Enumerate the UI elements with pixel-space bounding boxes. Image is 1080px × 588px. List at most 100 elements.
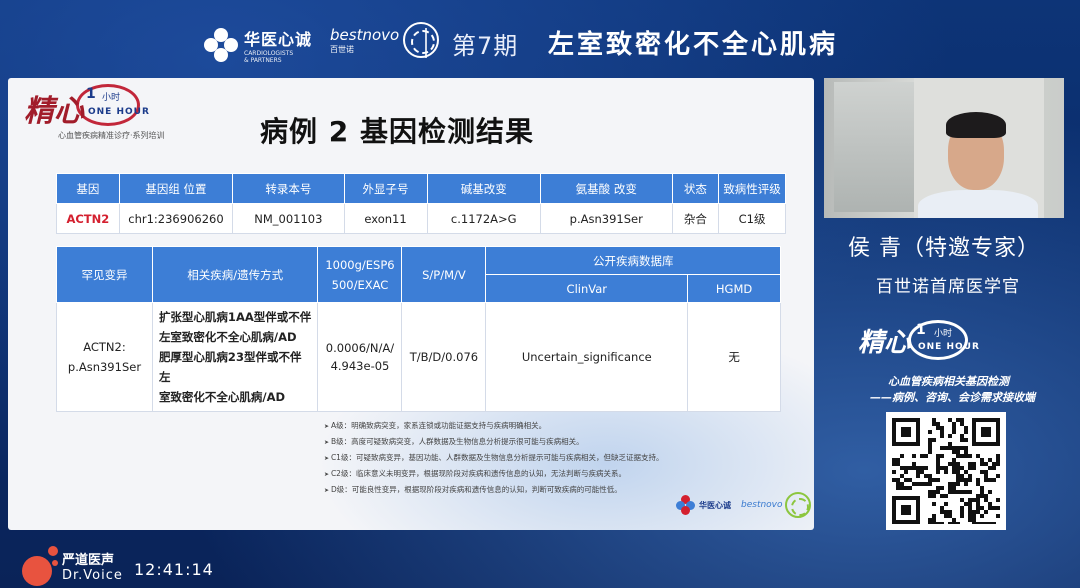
- table-header: HGMD: [687, 274, 781, 303]
- disease-line: 肥厚型心肌病23型伴或不伴左: [158, 350, 302, 384]
- table-cell: C1级: [718, 203, 786, 234]
- speaker-video: [824, 78, 1064, 218]
- freq-header-line1: 1000g/ESP6: [325, 257, 395, 272]
- table-cell: chr1:236906260: [118, 203, 234, 234]
- footer-bestnovo-text: bestnovo: [741, 500, 783, 510]
- table-cell: NM_001103: [232, 203, 345, 234]
- presentation-slide: 精心 1 小时 ONE HOUR 心血管疾病精准诊疗·系列培训 病例 2 基因检…: [8, 78, 814, 530]
- drvoice-dots-icon: [22, 546, 58, 586]
- grading-notes: A级：明确致病突变，家系连锁或功能证据支持与疾病明确相关。 B级：高度可疑致病突…: [324, 418, 664, 498]
- table-header: 状态: [671, 173, 720, 204]
- footer-huayi-text: 华医心诚: [699, 500, 731, 510]
- footer-bestnovo-logo: bestnovo: [741, 492, 811, 518]
- table-header: 基因: [56, 173, 120, 204]
- table-cell: T/B/D/0.076: [401, 302, 487, 412]
- drvoice-logo: 严道医声 Dr.Voice: [22, 546, 123, 586]
- table-row: ACTN2: p.Asn391Ser 扩张型心肌病1AA型伴或不伴 左室致密化不…: [56, 302, 781, 412]
- table-header: 1000g/ESP6 500/EXAC: [317, 246, 403, 303]
- note-item: D级：可能良性变异，根据现阶段对疾病和遗传信息的认知，判断可致疾病的可能性低。: [324, 482, 663, 498]
- note-item: A级：明确致病突变，家系连锁或功能证据支持与疾病明确相关。: [324, 418, 663, 434]
- gene-result-table: 基因 基因组 位置 转录本号 外显子号 碱基改变 氨基酸 改变 状态 致病性评级…: [56, 173, 786, 234]
- table-header-row: 罕见变异 相关疾病/遗传方式 1000g/ESP6 500/EXAC S/P/M…: [56, 246, 781, 303]
- huayi-logo: 华医心诚 CARDIOLOGISTS & PARTNERS: [204, 26, 312, 64]
- table-header: 转录本号: [232, 173, 345, 204]
- gene-cell: ACTN2: [56, 203, 120, 234]
- drvoice-en: Dr.Voice: [62, 568, 123, 583]
- issue-number: 第7期: [452, 32, 519, 60]
- disease-cell: 扩张型心肌病1AA型伴或不伴 左室致密化不全心肌病/AD 肥厚型心肌病23型伴或…: [151, 302, 319, 412]
- variant-line1: ACTN2:: [83, 340, 126, 354]
- table-header: 致病性评级: [718, 173, 786, 204]
- slide-footer-logos: 华医心诚 bestnovo: [676, 492, 811, 518]
- note-item: C1级：可疑致病变异，基因功能、人群数据及生物信息分析提示可能与疾病相关，但缺乏…: [324, 450, 664, 466]
- drvoice-cn: 严道医声: [62, 553, 115, 568]
- promo-line1: 心血管疾病相关基因检测: [888, 375, 1009, 388]
- disease-line: 扩张型心肌病1AA型伴或不伴: [158, 310, 312, 324]
- table-cell: exon11: [343, 203, 428, 234]
- table-header: 外显子号: [343, 173, 428, 204]
- qr-finder: [972, 418, 1000, 446]
- flower-icon: [676, 495, 696, 515]
- huayi-logo-en1: CARDIOLOGISTS: [244, 50, 294, 57]
- freq-line1: 0.0006/N/A/: [325, 341, 395, 355]
- promo-line2: ——病例、咨询、会诊需求接收端: [870, 391, 1035, 404]
- table-header: ClinVar: [485, 274, 689, 303]
- table-header: 碱基改变: [426, 173, 541, 204]
- table-cell: p.Asn391Ser: [539, 203, 673, 234]
- footer-huayi-logo: 华医心诚: [676, 495, 731, 515]
- qr-code[interactable]: [886, 412, 1006, 530]
- logo-english: ONE HOUR: [88, 107, 150, 117]
- table-header-row: 基因 基因组 位置 转录本号 外显子号 碱基改变 氨基酸 改变 状态 致病性评级: [56, 173, 786, 204]
- episode-headline: 左室致密化不全心肌病: [548, 30, 839, 60]
- bestnovo-logo-en: bestnovo: [330, 25, 400, 44]
- table-cell: c.1172A>G: [426, 203, 541, 234]
- table-header: 氨基酸 改变: [539, 173, 673, 204]
- speaker-hair: [946, 112, 1006, 138]
- disease-line: 室致密化不全心肌病/AD: [158, 390, 286, 404]
- table-header: 基因组 位置: [118, 173, 234, 204]
- logo-unit: 小时: [102, 93, 121, 103]
- variant-line2: p.Asn391Ser: [67, 360, 142, 374]
- bestnovo-logo: bestnovo 百世诺: [330, 22, 440, 58]
- table-header: 公开疾病数据库: [485, 246, 781, 275]
- freq-header-line2: 500/EXAC: [331, 277, 389, 292]
- header-bar: 华医心诚 CARDIOLOGISTS & PARTNERS bestnovo 百…: [0, 0, 1080, 78]
- table-cell: 无: [687, 302, 781, 412]
- huayi-logo-en2: & PARTNERS: [244, 57, 282, 64]
- qr-finder: [892, 496, 920, 524]
- freq-line2: 4.943e-05: [330, 359, 390, 373]
- huayi-logo-cn: 华医心诚: [244, 30, 313, 49]
- slide-title: 病例 2 基因检测结果: [260, 115, 534, 148]
- note-item: C2级：临床意义未明变异，根据现阶段对疾病和遗传信息的认知，无法判断与疾病关系。: [324, 466, 663, 482]
- table-header: S/P/M/V: [401, 246, 487, 303]
- jingxin-logo: 精心 1 小时 ONE HOUR 心血管疾病精准诊疗·系列培训: [20, 82, 180, 142]
- table-cell: 0.0006/N/A/ 4.943e-05: [317, 302, 403, 412]
- header-divider: [425, 28, 427, 58]
- bestnovo-circle-icon: [784, 492, 811, 518]
- table-row: ACTN2 chr1:236906260 NM_001103 exon11 c.…: [56, 203, 786, 234]
- timestamp: 12:41:14: [134, 560, 214, 579]
- logo-english: ONE HOUR: [918, 342, 980, 352]
- side-jingxin-logo: 精心 1 小时 ONE HOUR: [858, 318, 998, 368]
- table-cell: ACTN2: p.Asn391Ser: [56, 302, 153, 412]
- note-item: B级：高度可疑致病突变，人群数据及生物信息分析提示很可能与疾病相关。: [324, 434, 663, 450]
- logo-main-text: 精心: [24, 94, 84, 129]
- logo-main-text: 精心: [858, 328, 911, 358]
- variant-database-table: 罕见变异 相关疾病/遗传方式 1000g/ESP6 500/EXAC S/P/M…: [56, 246, 781, 412]
- logo-unit: 小时: [934, 329, 953, 339]
- table-header: 相关疾病/遗传方式: [151, 246, 319, 303]
- speaker-name: 侯 青（特邀专家）: [848, 236, 1040, 261]
- speaker-title: 百世诺首席医学官: [876, 277, 1020, 297]
- qr-finder: [892, 418, 920, 446]
- bestnovo-logo-cn: 百世诺: [330, 44, 354, 54]
- table-cell: Uncertain_significance: [485, 302, 689, 412]
- logo-subtitle: 心血管疾病精准诊疗·系列培训: [58, 131, 165, 140]
- speaker-shirt: [918, 190, 1038, 218]
- flower-icon: [204, 28, 238, 62]
- disease-line: 左室致密化不全心肌病/AD: [158, 330, 297, 344]
- logo-number: 1: [86, 86, 96, 102]
- logo-number: 1: [916, 322, 926, 338]
- table-cell: 杂合: [671, 203, 720, 234]
- table-header: 罕见变异: [56, 246, 153, 303]
- bestnovo-circle-icon: [403, 22, 440, 58]
